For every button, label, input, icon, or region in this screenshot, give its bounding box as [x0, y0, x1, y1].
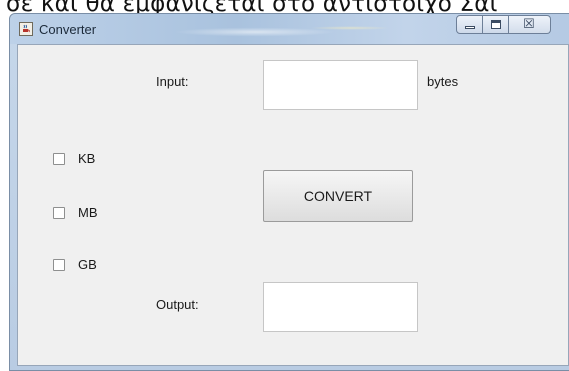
kb-label: KB — [78, 151, 96, 166]
maximize-icon — [491, 20, 501, 29]
gb-checkbox[interactable] — [53, 258, 65, 271]
minimize-icon — [465, 26, 475, 29]
gb-option[interactable]: GB — [53, 257, 97, 272]
title-bar[interactable]: Converter ☒ — [10, 14, 569, 44]
input-label: Input: — [156, 74, 189, 89]
close-icon: ☒ — [523, 17, 535, 32]
input-field[interactable] — [263, 60, 418, 110]
kb-option[interactable]: KB — [53, 151, 95, 166]
maximize-button[interactable] — [483, 15, 509, 34]
window-controls: ☒ — [456, 15, 551, 35]
minimize-button[interactable] — [456, 15, 483, 34]
converter-window: Converter ☒ Input: bytes KB MB GB CONVER… — [9, 13, 569, 371]
input-text[interactable] — [264, 61, 417, 109]
mb-checkbox[interactable] — [53, 206, 65, 219]
convert-button[interactable]: CONVERT — [263, 170, 413, 222]
close-button[interactable]: ☒ — [509, 15, 551, 34]
output-label: Output: — [156, 297, 199, 312]
mb-option[interactable]: MB — [53, 205, 98, 220]
output-field[interactable] — [263, 282, 418, 332]
kb-checkbox[interactable] — [53, 152, 65, 165]
bytes-unit-label: bytes — [427, 74, 459, 89]
java-cup-icon — [19, 22, 33, 36]
content-panel: Input: bytes KB MB GB CONVERT Output: — [17, 44, 569, 366]
mb-label: MB — [78, 205, 98, 220]
window-title: Converter — [39, 22, 97, 37]
gb-label: GB — [78, 257, 97, 272]
output-text[interactable] — [264, 283, 417, 331]
